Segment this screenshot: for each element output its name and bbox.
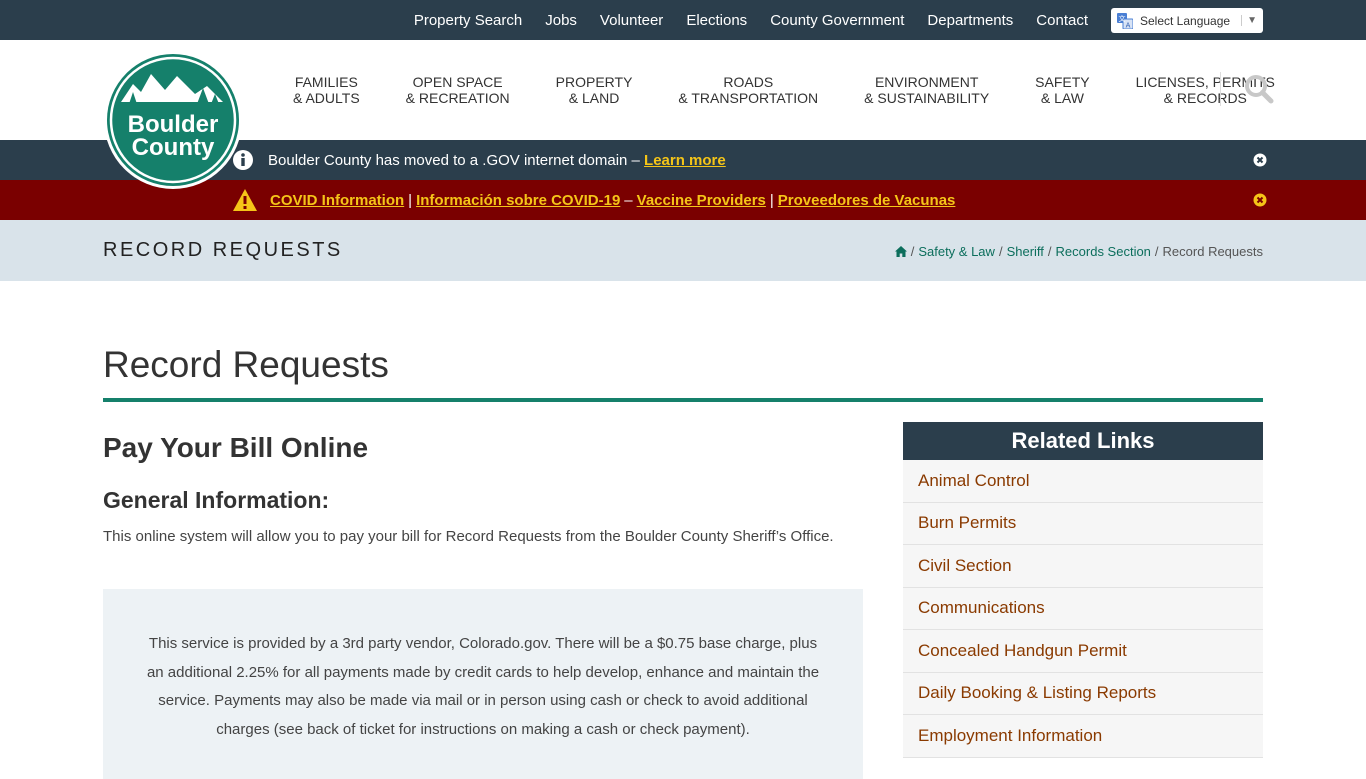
utility-link-contact[interactable]: Contact [1036, 12, 1088, 29]
nav-label-line2: & Records [1163, 90, 1247, 106]
service-notice-text: This service is provided by a 3rd party … [146, 635, 820, 738]
learn-more-link[interactable]: Learn more [644, 152, 726, 169]
breadcrumb-records-section[interactable]: Records Section [1056, 244, 1151, 259]
separator: | [769, 191, 774, 209]
sub-heading: General Information: [103, 487, 330, 513]
nav-safety-law[interactable]: Safety & Law [1012, 74, 1112, 106]
home-icon[interactable] [894, 246, 907, 257]
related-link-employment-information[interactable]: Employment Information [903, 715, 1263, 758]
service-notice-box: This service is provided by a 3rd party … [103, 589, 863, 779]
breadcrumb-separator: / [998, 244, 1003, 259]
strip-title: Record Requests [103, 239, 343, 261]
close-icon[interactable] [1253, 193, 1267, 207]
nav-open-space-recreation[interactable]: Open Space & Recreation [383, 74, 533, 106]
chevron-down-icon: ▼ [1241, 15, 1257, 26]
nav-label-line1: Families [294, 74, 358, 90]
nav-label-line2: & Recreation [405, 90, 510, 106]
utility-link-volunteer[interactable]: Volunteer [600, 12, 663, 29]
separator: | [408, 191, 413, 209]
nav-label-line2: & Land [568, 90, 620, 106]
vaccine-providers-spanish-link[interactable]: Proveedores de Vacunas [778, 192, 956, 209]
breadcrumb-safety-law[interactable]: Safety & Law [918, 244, 995, 259]
utility-link-departments[interactable]: Departments [927, 12, 1013, 29]
breadcrumb-separator: / [1154, 244, 1159, 259]
related-link-animal-control[interactable]: Animal Control [903, 460, 1263, 503]
related-link-civil-section[interactable]: Civil Section [903, 545, 1263, 588]
related-links-list: Animal Control Burn Permits Civil Sectio… [903, 460, 1263, 758]
related-link-concealed-handgun-permit[interactable]: Concealed Handgun Permit [903, 630, 1263, 673]
nav-property-land[interactable]: Property & Land [533, 74, 656, 106]
nav-label-line1: Environment [874, 74, 979, 90]
related-links-panel: Related Links Animal Control Burn Permit… [903, 422, 1263, 758]
main-nav: Families & Adults Open Space & Recreation … [270, 40, 1298, 140]
utility-link-jobs[interactable]: Jobs [545, 12, 577, 29]
svg-text:A: A [1126, 21, 1131, 29]
utility-link-property-search[interactable]: Property Search [414, 12, 522, 29]
translate-icon: 文 A [1117, 12, 1133, 29]
breadcrumb-sheriff[interactable]: Sheriff [1007, 244, 1044, 259]
intro-text: This online system will allow you to pay… [103, 528, 834, 545]
nav-label-line2: & Adults [293, 90, 360, 106]
utility-bar: Property Search Jobs Volunteer Elections… [0, 0, 1366, 40]
page-title-strip: Record Requests / Safety & Law / Sheriff… [0, 220, 1366, 281]
gov-alert-content: Boulder County has moved to a .GOV inter… [232, 140, 726, 180]
site-header: Boulder County Families & Adults Open Spa… [0, 40, 1366, 189]
related-links-title: Related Links [903, 422, 1263, 460]
nav-label-line2: & Transportation [678, 90, 819, 106]
language-select[interactable]: 文 A Select Language ▼ [1111, 8, 1263, 33]
gov-alert-text: Boulder County has moved to a .GOV inter… [268, 151, 640, 169]
nav-label-line2: & Sustainability [864, 90, 990, 106]
vaccine-providers-link[interactable]: Vaccine Providers [637, 192, 766, 209]
nav-label-line1: Safety [1035, 74, 1090, 90]
boulder-county-logo[interactable]: Boulder County [103, 50, 243, 190]
nav-label-line2: & Law [1040, 90, 1084, 106]
breadcrumb-separator: / [1047, 244, 1052, 259]
svg-text:文: 文 [1119, 14, 1126, 23]
nav-divider [1220, 72, 1221, 106]
search-icon[interactable] [1244, 74, 1274, 104]
breadcrumb-separator: / [910, 244, 915, 259]
title-underline [103, 398, 1263, 402]
separator: – [624, 191, 633, 209]
utility-link-county-government[interactable]: County Government [770, 12, 904, 29]
nav-roads-transportation[interactable]: Roads & Transportation [655, 74, 841, 106]
covid-info-link[interactable]: COVID Information [270, 192, 404, 209]
page-title: Record Requests [103, 344, 389, 385]
utility-link-elections[interactable]: Elections [686, 12, 747, 29]
nav-label-line1: Roads [723, 74, 774, 90]
language-select-label: Select Language [1140, 13, 1231, 28]
breadcrumb-current: Record Requests [1162, 244, 1263, 259]
close-icon[interactable] [1253, 153, 1267, 167]
breadcrumb: / Safety & Law / Sheriff / Records Secti… [894, 244, 1263, 259]
nav-families-adults[interactable]: Families & Adults [270, 74, 383, 106]
nav-label-line1: Open Space [412, 74, 503, 90]
covid-alert-content: COVID Information | Información sobre CO… [232, 180, 955, 220]
nav-environment-sustainability[interactable]: Environment & Sustainability [841, 74, 1012, 106]
section-heading: Pay Your Bill Online [103, 432, 369, 463]
related-link-communications[interactable]: Communications [903, 588, 1263, 630]
related-link-daily-booking-reports[interactable]: Daily Booking & Listing Reports [903, 673, 1263, 715]
utility-nav: Property Search Jobs Volunteer Elections… [391, 0, 1088, 40]
related-link-burn-permits[interactable]: Burn Permits [903, 503, 1263, 545]
nav-label-line1: Property [555, 74, 633, 90]
logo-text-county: County [132, 134, 215, 161]
covid-info-spanish-link[interactable]: Información sobre COVID-19 [416, 192, 620, 209]
warning-icon [233, 189, 257, 211]
